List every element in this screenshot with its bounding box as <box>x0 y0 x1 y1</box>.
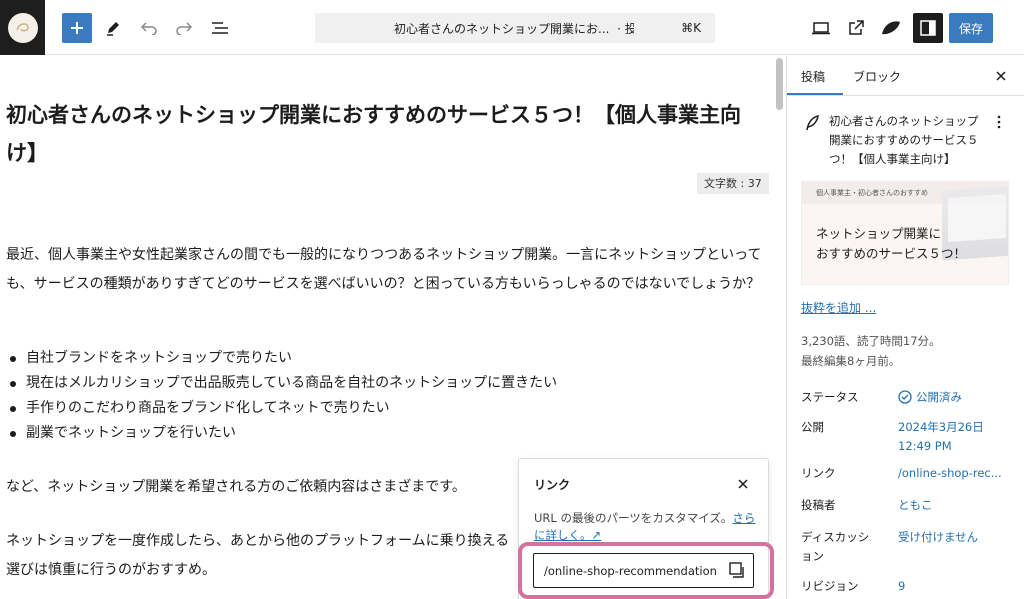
undo-button[interactable] <box>134 13 164 43</box>
jetpack-button[interactable] <box>876 13 906 43</box>
add-excerpt-link[interactable]: 抜粋を追加 ... <box>801 299 876 316</box>
redo-button[interactable] <box>169 13 199 43</box>
shortcut-hint: ⌘K <box>681 21 701 35</box>
link-label: リンク <box>801 466 836 480</box>
pen-icon <box>107 22 119 36</box>
post-feather-icon <box>805 115 819 135</box>
popover-close-button[interactable] <box>736 476 750 490</box>
external-link-icon <box>849 20 864 35</box>
site-logo-icon <box>7 12 38 43</box>
list-item[interactable]: 副業でネットショップを行いたい <box>6 421 557 446</box>
status-label: ステータス <box>801 390 859 404</box>
featured-image-text: ネットショップ開業に おすすめのサービス５つ！ <box>816 226 967 261</box>
preview-button[interactable] <box>806 13 836 43</box>
published-check-icon <box>898 390 912 404</box>
featured-image[interactable]: 個人事業主・初心者さんのおすすめ ネットショップ開業に おすすめのサービス５つ！ <box>801 181 1009 285</box>
view-post-button[interactable] <box>841 13 871 43</box>
paragraph-block[interactable]: 最近、個人事業主や女性起業家さんの間でも一般的になりつつあるネットショップ開業。… <box>6 241 764 299</box>
stats-last-edited: 最終編集8ヶ月前。 <box>801 354 901 368</box>
tab-block[interactable]: ブロック <box>853 68 901 85</box>
author-value[interactable]: ともこ <box>898 496 1013 515</box>
close-sidebar-button[interactable] <box>994 68 1008 87</box>
sidebar-tabs: 投稿 ブロック <box>787 56 1024 96</box>
post-title[interactable]: 初心者さんのネットショップ開業におすすめのサービス５つ！【個人事業主向け】 <box>6 96 766 172</box>
popover-description: URL の最後のパーツをカスタマイズ。さらに詳しく。↗ <box>534 511 756 542</box>
close-icon <box>996 71 1006 81</box>
paragraph-block[interactable]: など、ネットショップ開業を希望される方のご依頼内容はさまざまです。 <box>6 473 526 502</box>
list-view-icon <box>212 22 228 34</box>
list-item[interactable]: 現在はメルカリショップで出品販売している商品を自社のネットショップに置きたい <box>6 371 557 396</box>
active-tab-indicator <box>787 93 843 95</box>
document-title: 初心者さんのネットショップ開業にお... · 投稿 <box>394 21 634 36</box>
post-summary-title: 初心者さんのネットショップ開業におすすめのサービス５つ！【個人事業主向け】 <box>829 114 979 166</box>
highlight-annotation <box>518 542 774 599</box>
desktop-icon <box>812 22 830 35</box>
publish-date-value[interactable]: 2024年3月26日 12:49 PM <box>898 418 1013 456</box>
redo-icon <box>176 22 193 35</box>
canvas-scrollbar[interactable] <box>772 56 786 599</box>
word-count-badge: 文字数 : 37 <box>697 173 769 194</box>
canvas-scrollbar-thumb[interactable] <box>776 58 783 110</box>
list-item[interactable]: 手作りのこだわり商品をブランド化してネットで売りたい <box>6 396 557 421</box>
list-block[interactable]: 自社ブランドをネットショップで売りたい 現在はメルカリショップで出品販売している… <box>6 346 557 446</box>
discussion-value[interactable]: 受け付けません <box>898 528 1013 547</box>
tools-button[interactable] <box>98 13 128 43</box>
link-value[interactable]: /online-shop-rec... <box>898 464 1013 483</box>
paragraph-line: 選びは慎重に行うのがおすすめ。 <box>6 562 216 578</box>
tab-post[interactable]: 投稿 <box>801 68 825 85</box>
site-logo-button[interactable] <box>0 0 45 55</box>
paragraph-line: ネットショップを一度作成したら、あとから他のプラットフォームに乗り換える <box>6 533 510 549</box>
publish-label: 公開 <box>801 420 824 434</box>
close-icon <box>738 479 748 489</box>
document-overview-button[interactable] <box>205 13 235 43</box>
status-value[interactable]: 公開済み <box>898 388 1013 407</box>
post-stats: 3,230語、読了時間17分。 最終編集8ヶ月前。 <box>801 331 941 371</box>
more-vertical-icon <box>997 115 1001 129</box>
plus-icon <box>71 22 83 34</box>
revisions-label: リビジョン <box>801 579 859 593</box>
post-actions-button[interactable] <box>997 114 1001 133</box>
save-button[interactable]: 保存 <box>949 13 993 43</box>
discussion-label: ディスカッション <box>801 530 870 563</box>
sidebar-icon <box>920 20 936 36</box>
undo-icon <box>140 22 157 35</box>
list-item[interactable]: 自社ブランドをネットショップで売りたい <box>6 346 557 371</box>
add-block-button[interactable] <box>62 13 92 43</box>
settings-sidebar-toggle[interactable] <box>913 13 943 43</box>
paragraph-block[interactable]: ネットショップを一度作成したら、あとから他のプラットフォームに乗り換える 選びは… <box>6 527 521 585</box>
editor-header: 初心者さんのネットショップ開業にお... · 投稿 ⌘K 保存 <box>0 0 1024 55</box>
popover-title: リンク <box>534 478 571 492</box>
revisions-value[interactable]: 9 <box>898 577 1013 596</box>
leaf-icon <box>882 21 900 35</box>
command-palette-bar[interactable]: 初心者さんのネットショップ開業にお... · 投稿 ⌘K <box>315 13 715 43</box>
stats-word-count: 3,230語、読了時間17分。 <box>801 334 941 348</box>
settings-sidebar: 投稿 ブロック 初心者さんのネットショップ開業におすすめのサービス５つ！【個人事… <box>786 56 1024 599</box>
author-label: 投稿者 <box>801 498 836 512</box>
